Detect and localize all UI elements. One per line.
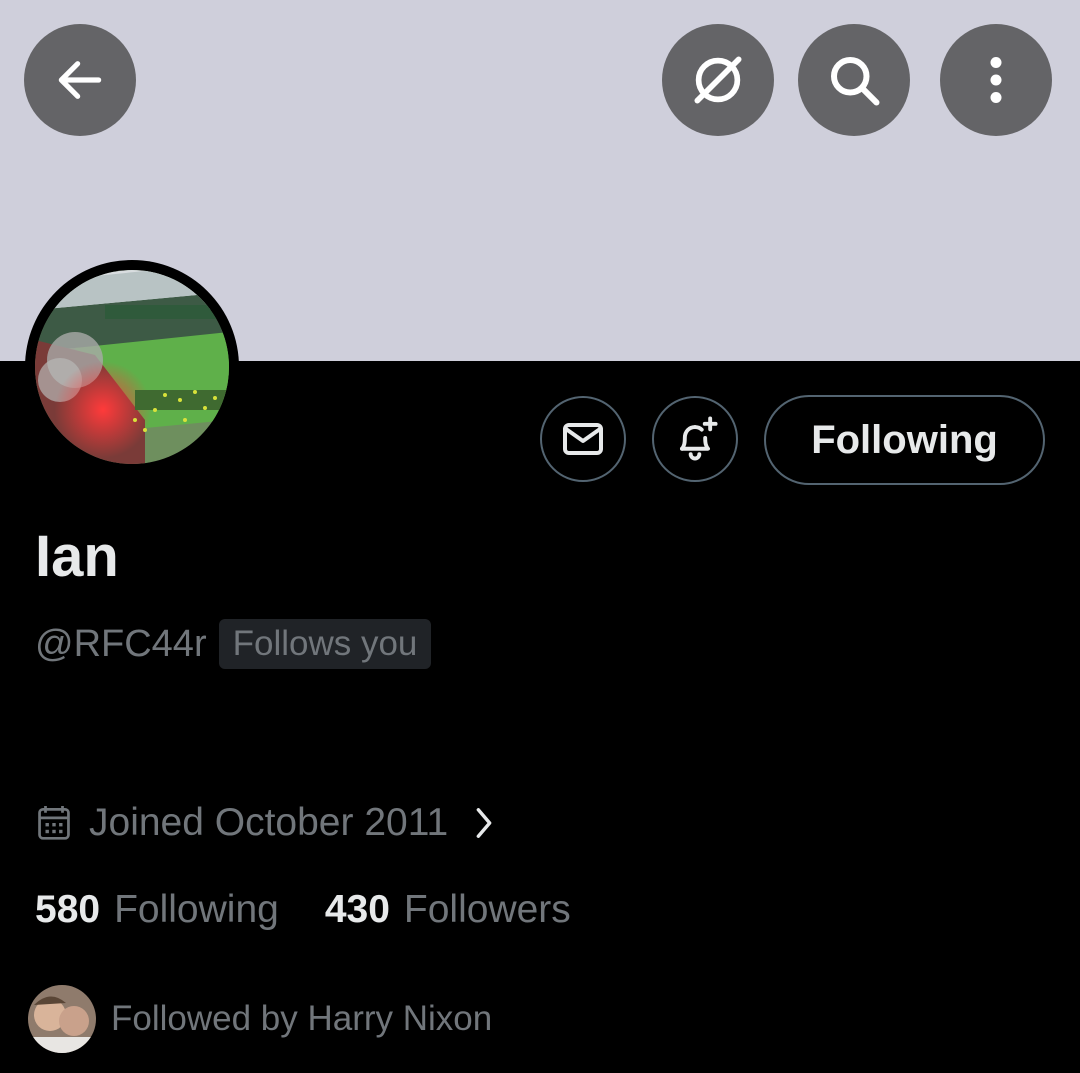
followed-by-text: Followed by Harry Nixon (111, 999, 493, 1038)
user-handle: @RFC44r (35, 622, 207, 665)
envelope-icon (563, 423, 603, 455)
display-name: Ian (35, 524, 119, 589)
back-button[interactable] (24, 24, 136, 136)
grok-button[interactable] (662, 24, 774, 136)
search-button[interactable] (798, 24, 910, 136)
notifications-button[interactable] (652, 396, 738, 482)
calendar-icon (38, 806, 70, 840)
arrow-left-icon (58, 61, 102, 99)
chevron-right-icon (476, 808, 492, 838)
followed-by-row[interactable]: Followed by Harry Nixon (28, 985, 492, 1053)
search-icon (831, 57, 880, 106)
follows-you-badge: Follows you (218, 619, 432, 669)
following-link[interactable]: Following (114, 888, 279, 932)
handle-row: @RFC44r Follows you (35, 619, 432, 669)
following-count[interactable]: 580 (35, 888, 100, 932)
profile-avatar[interactable] (25, 260, 239, 474)
follower-avatar (28, 985, 96, 1053)
followers-count[interactable]: 430 (325, 888, 390, 932)
joined-date: Joined October 2011 (89, 801, 449, 844)
bell-plus-icon (680, 416, 718, 461)
stadium-photo (35, 270, 229, 464)
joined-date-row[interactable]: Joined October 2011 (37, 795, 494, 851)
more-options-button[interactable] (940, 24, 1052, 136)
follow-stats: 580 Following 430 Followers (35, 882, 571, 938)
followers-link[interactable]: Followers (404, 888, 571, 932)
more-vertical-icon (990, 57, 1002, 103)
grok-icon (694, 56, 742, 104)
following-button[interactable]: Following (764, 395, 1045, 485)
message-button[interactable] (540, 396, 626, 482)
